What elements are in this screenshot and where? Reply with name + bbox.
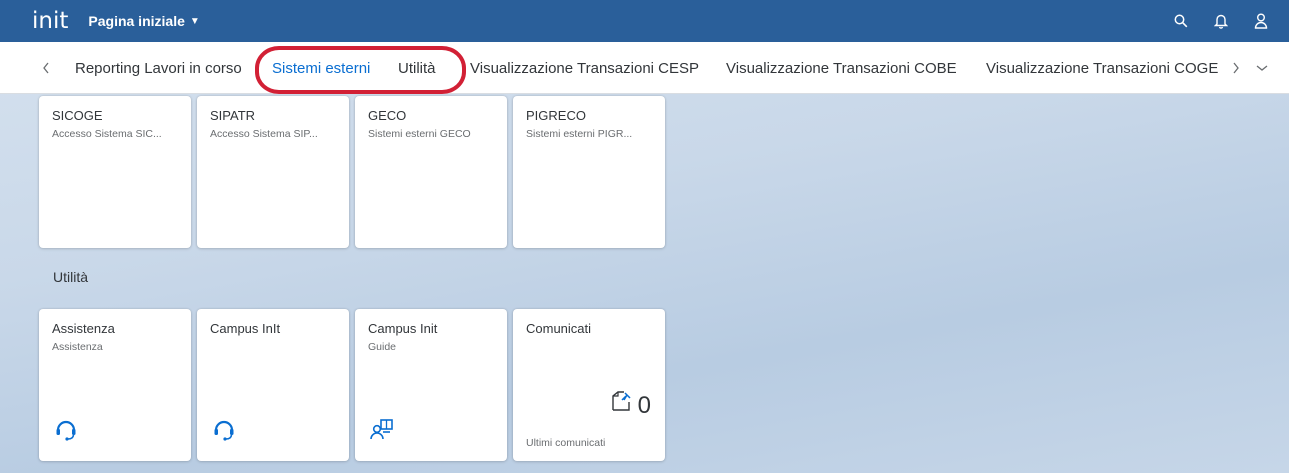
kpi-value: 0 — [637, 392, 651, 419]
tile-comunicati[interactable]: Comunicati 0 Ultimi comunicati — [513, 309, 665, 461]
tile-subtitle: Accesso Sistema SIP... — [210, 128, 318, 140]
tile-title: PIGRECO — [526, 108, 586, 123]
chevron-right-icon[interactable] — [1226, 42, 1246, 94]
headset-icon — [52, 415, 80, 443]
tile-title: Assistenza — [52, 321, 115, 336]
tab-sistemi-esterni[interactable]: Sistemi esterni — [272, 42, 370, 94]
tab-visualizzazione-transazioni-coge[interactable]: Visualizzazione Transazioni COGE — [986, 42, 1218, 94]
tile-title: SIPATR — [210, 108, 256, 123]
tile-pigreco[interactable]: PIGRECO Sistemi esterni PIGR... — [513, 96, 665, 248]
tile-title: Comunicati — [526, 321, 592, 336]
tile-title: Campus InIt — [210, 321, 281, 336]
tile-sicoge[interactable]: SICOGE Accesso Sistema SIC... — [39, 96, 191, 248]
chevron-left-icon[interactable] — [36, 42, 56, 94]
tile-subtitle: Assistenza — [52, 341, 103, 353]
tile-subtitle: Sistemi esterni PIGR... — [526, 128, 633, 140]
tab-utilita[interactable]: Utilità — [398, 42, 436, 94]
kpi-indicator: 0 — [610, 389, 651, 418]
anchor-navigation-bar: Reporting Lavori in corso Sistemi estern… — [0, 42, 1289, 94]
user-icon[interactable] — [1251, 11, 1271, 31]
tile-sipatr[interactable]: SIPATR Accesso Sistema SIP... — [197, 96, 349, 248]
tile-title: GECO — [368, 108, 407, 123]
tile-campus-init[interactable]: Campus InIt — [197, 309, 349, 461]
tile-assistenza[interactable]: Assistenza Assistenza — [39, 309, 191, 461]
tab-visualizzazione-transazioni-cesp[interactable]: Visualizzazione Transazioni CESP — [470, 42, 699, 94]
tile-title: SICOGE — [52, 108, 103, 123]
headset-icon — [210, 415, 238, 443]
pinned-message-icon — [610, 389, 634, 418]
tile-subtitle: Guide — [368, 341, 397, 353]
tile-footer: Ultimi comunicati — [526, 437, 606, 449]
group-title-utilita: Utilità — [53, 269, 89, 285]
tile-title: Campus Init — [368, 321, 438, 336]
init-logo[interactable]: init — [32, 9, 68, 33]
tile-subtitle: Sistemi esterni GECO — [368, 128, 471, 140]
tile-subtitle: Accesso Sistema SIC... — [52, 128, 162, 140]
search-icon[interactable] — [1171, 11, 1191, 31]
shell-bar: init Pagina iniziale ▼ — [0, 0, 1289, 42]
caret-down-icon: ▼ — [189, 15, 200, 27]
guide-icon — [368, 415, 396, 443]
home-title-menu[interactable]: Pagina iniziale ▼ — [88, 13, 199, 29]
tab-reporting-lavori-in-corso[interactable]: Reporting Lavori in corso — [75, 42, 242, 94]
tile-campus-init-guide[interactable]: Campus Init Guide — [355, 309, 507, 461]
tile-geco[interactable]: GECO Sistemi esterni GECO — [355, 96, 507, 248]
page-title: Pagina iniziale — [88, 13, 185, 29]
bell-icon[interactable] — [1211, 11, 1231, 31]
chevron-down-icon[interactable] — [1252, 42, 1272, 94]
tab-visualizzazione-transazioni-cobe[interactable]: Visualizzazione Transazioni COBE — [726, 42, 957, 94]
